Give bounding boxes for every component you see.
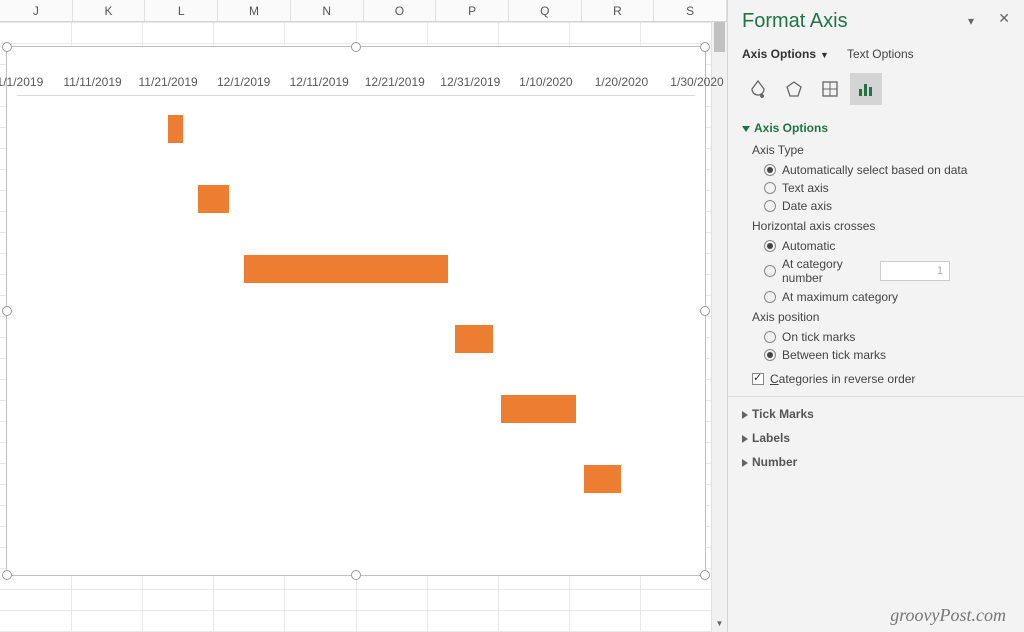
resize-handle[interactable] — [700, 42, 710, 52]
radio-icon — [764, 349, 776, 361]
axis-tick-label: 11/1/2019 — [0, 75, 43, 89]
axis-tick-label: 1/10/2020 — [519, 75, 572, 89]
gantt-bar[interactable] — [501, 395, 577, 423]
axis-options-icon[interactable] — [850, 73, 882, 105]
axis-tick-label: 11/11/2019 — [63, 75, 121, 89]
gantt-bar[interactable] — [168, 115, 183, 143]
radio-text-axis[interactable]: Text axis — [764, 181, 1010, 195]
tab-axis-options[interactable]: Axis Options ▼ — [742, 47, 829, 63]
column-headers: J K L M N O P Q R S — [0, 0, 727, 22]
divider — [728, 396, 1024, 397]
resize-handle[interactable] — [2, 570, 12, 580]
checkbox-reverse-order[interactable]: Categories in reverse order — [752, 372, 1010, 386]
radio-label: Automatically select based on data — [782, 163, 967, 177]
axis-tick-label: 1/30/2020 — [670, 75, 723, 89]
radio-label: At category number — [782, 257, 872, 286]
vertical-scrollbar[interactable]: ▲ ▼ — [711, 22, 727, 632]
section-label: Labels — [752, 431, 790, 445]
col-header[interactable]: R — [582, 0, 655, 21]
format-axis-pane: ▾ ✕ Format Axis Axis Options▼ Text Optio… — [727, 0, 1024, 632]
radio-at-maximum[interactable]: At maximum category — [764, 290, 1010, 304]
axis-type-label: Axis Type — [752, 143, 1010, 157]
pane-options-dropdown-icon[interactable]: ▾ — [968, 14, 974, 28]
section-label: Tick Marks — [752, 407, 814, 421]
plot-area[interactable] — [17, 97, 695, 565]
radio-on-tick[interactable]: On tick marks — [764, 330, 1010, 344]
gantt-bar[interactable] — [455, 325, 493, 353]
col-header[interactable]: O — [364, 0, 437, 21]
radio-at-category[interactable]: At category number — [764, 257, 1010, 286]
resize-handle[interactable] — [351, 42, 361, 52]
size-properties-icon[interactable] — [814, 73, 846, 105]
effects-icon[interactable] — [778, 73, 810, 105]
expand-icon — [742, 459, 748, 467]
scroll-down-icon[interactable]: ▼ — [712, 616, 727, 632]
radio-icon — [764, 291, 776, 303]
resize-handle[interactable] — [2, 42, 12, 52]
radio-icon — [764, 331, 776, 343]
axis-tick-label: 12/31/2019 — [440, 75, 500, 89]
chevron-down-icon: ▼ — [820, 50, 829, 60]
radio-icon — [764, 182, 776, 194]
axis-tick-label: 12/1/2019 — [217, 75, 270, 89]
radio-date-axis[interactable]: Date axis — [764, 199, 1010, 213]
tab-label: Axis Options — [742, 47, 816, 61]
radio-label: On tick marks — [782, 330, 855, 344]
radio-label: Automatic — [782, 239, 835, 253]
close-icon[interactable]: ✕ — [998, 10, 1010, 27]
watermark: groovyPost.com — [890, 605, 1006, 626]
scroll-thumb[interactable] — [714, 22, 725, 52]
tab-text-options[interactable]: Text Options — [847, 47, 914, 63]
col-header[interactable]: Q — [509, 0, 582, 21]
resize-handle[interactable] — [700, 306, 710, 316]
chart-object[interactable]: 11/1/201911/11/201911/21/201912/1/201912… — [6, 46, 706, 576]
radio-icon — [764, 164, 776, 176]
resize-handle[interactable] — [700, 570, 710, 580]
col-header[interactable]: P — [436, 0, 509, 21]
section-labels[interactable]: Labels — [742, 431, 1010, 445]
radio-label: Between tick marks — [782, 348, 886, 362]
axis-line — [17, 95, 695, 96]
axis-position-label: Axis position — [752, 310, 1010, 324]
radio-between-tick[interactable]: Between tick marks — [764, 348, 1010, 362]
category-number-input[interactable] — [880, 261, 950, 281]
expand-icon — [742, 435, 748, 443]
radio-icon — [764, 200, 776, 212]
checkbox-icon — [752, 373, 764, 385]
section-axis-options[interactable]: Axis Options — [742, 121, 1010, 135]
col-header[interactable]: K — [73, 0, 146, 21]
radio-label: Date axis — [782, 199, 832, 213]
col-header[interactable]: M — [218, 0, 291, 21]
expand-icon — [742, 126, 750, 132]
axis-tick-label: 1/20/2020 — [595, 75, 648, 89]
resize-handle[interactable] — [2, 306, 12, 316]
checkbox-label: Categories in reverse order — [770, 372, 915, 386]
radio-auto-select[interactable]: Automatically select based on data — [764, 163, 1010, 177]
col-header[interactable]: L — [145, 0, 218, 21]
section-label: Axis Options — [754, 121, 828, 135]
fill-line-icon[interactable] — [742, 73, 774, 105]
gantt-bar[interactable] — [244, 255, 448, 283]
spreadsheet-area: J K L M N O P Q R S ▲ ▼ 11/1/201911/11 — [0, 0, 727, 632]
radio-icon — [764, 265, 776, 277]
col-header[interactable]: S — [654, 0, 727, 21]
resize-handle[interactable] — [351, 570, 361, 580]
col-header[interactable]: N — [291, 0, 364, 21]
radio-automatic[interactable]: Automatic — [764, 239, 1010, 253]
section-label: Number — [752, 455, 797, 469]
section-tick-marks[interactable]: Tick Marks — [742, 407, 1010, 421]
radio-icon — [764, 240, 776, 252]
gantt-bar[interactable] — [584, 465, 622, 493]
axis-tick-label: 11/21/2019 — [139, 75, 198, 89]
gantt-bar[interactable] — [198, 185, 228, 213]
x-axis-labels[interactable]: 11/1/201911/11/201911/21/201912/1/201912… — [7, 75, 705, 93]
expand-icon — [742, 411, 748, 419]
axis-tick-label: 12/21/2019 — [365, 75, 425, 89]
section-number[interactable]: Number — [742, 455, 1010, 469]
col-header[interactable]: J — [0, 0, 73, 21]
radio-label: Text axis — [782, 181, 829, 195]
axis-tick-label: 12/11/2019 — [290, 75, 349, 89]
radio-label: At maximum category — [782, 290, 898, 304]
horizontal-crosses-label: Horizontal axis crosses — [752, 219, 1010, 233]
